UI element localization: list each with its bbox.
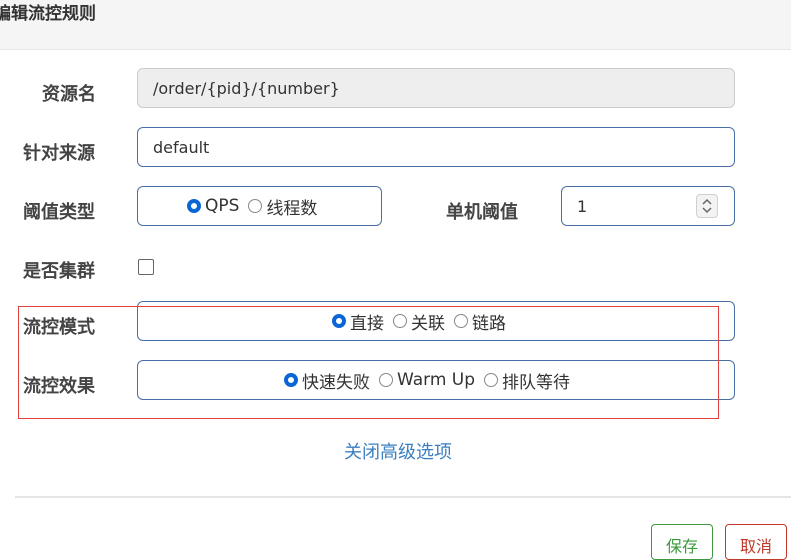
threshold-type-radio-group: QPS 线程数 [137, 186, 382, 226]
chevron-down-icon[interactable] [702, 206, 712, 215]
cancel-button[interactable]: 取消 [725, 524, 787, 560]
number-spinner[interactable] [696, 194, 718, 218]
threshold-type-option-qps[interactable]: QPS [187, 196, 239, 216]
resource-label: 资源名 [42, 84, 96, 105]
single-threshold-input[interactable]: 1 [561, 186, 735, 226]
origin-input[interactable]: default [137, 127, 735, 167]
threshold-type-option-label: 线程数 [266, 198, 318, 219]
single-threshold-label: 单机阈值 [446, 202, 518, 223]
origin-label: 针对来源 [23, 143, 95, 164]
threshold-type-option-label: QPS [205, 196, 240, 216]
chevron-up-icon[interactable] [702, 197, 712, 206]
resource-value: /order/{pid}/{number} [153, 78, 340, 98]
resource-input[interactable]: /order/{pid}/{number} [137, 68, 735, 108]
radio-checked-icon [187, 199, 201, 213]
save-button[interactable]: 保存 [651, 524, 713, 560]
radio-unchecked-icon [248, 199, 263, 213]
highlight-annotation-box [18, 306, 719, 419]
dialog-header: 编辑流控规则 [0, 0, 791, 50]
threshold-type-option-thread[interactable]: 线程数 [248, 194, 317, 219]
footer-divider [15, 496, 791, 498]
cluster-checkbox[interactable] [138, 259, 154, 275]
close-advanced-options-link[interactable]: 关闭高级选项 [344, 438, 452, 464]
cluster-label: 是否集群 [23, 261, 95, 282]
threshold-type-label: 阈值类型 [23, 202, 95, 223]
origin-value: default [153, 137, 210, 157]
single-threshold-value: 1 [577, 196, 588, 216]
dialog-title: 编辑流控规则 [0, 4, 96, 24]
